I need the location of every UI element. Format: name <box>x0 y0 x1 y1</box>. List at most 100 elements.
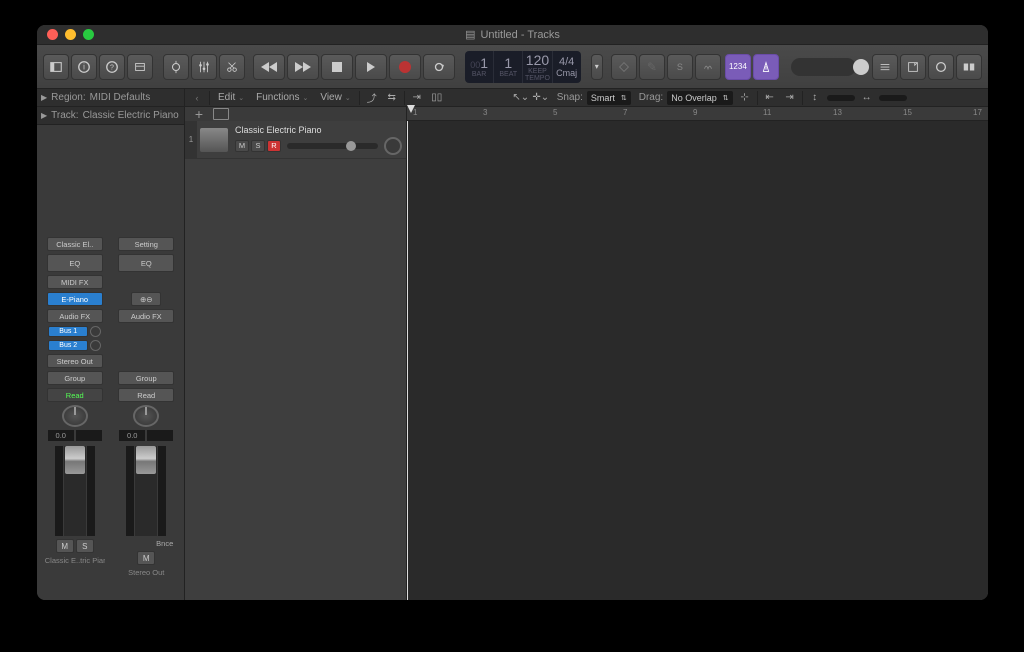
stop-button[interactable] <box>321 54 353 80</box>
hzoom-icon[interactable]: ↔ <box>859 91 875 105</box>
scissors-button[interactable] <box>219 54 245 80</box>
track-name[interactable]: Classic Electric Piano <box>235 125 402 135</box>
mixer-button[interactable] <box>191 54 217 80</box>
strip-group-button[interactable]: Group <box>47 371 103 385</box>
view-menu[interactable]: View⌄ <box>316 91 354 105</box>
channel-strip-1: Classic El.. EQ MIDI FX E-Piano Audio FX… <box>44 237 106 598</box>
pan-knob[interactable] <box>133 405 159 427</box>
close-button[interactable] <box>47 29 58 40</box>
strip-setting-button[interactable]: Classic El.. <box>47 237 103 251</box>
drag-select[interactable]: No Overlap⇅ <box>667 91 732 105</box>
peak-value <box>147 430 173 441</box>
mute-button[interactable]: M <box>137 551 155 565</box>
meter <box>87 446 95 536</box>
lcd-menu-button[interactable]: ▾ <box>591 54 603 80</box>
track-pan-knob[interactable] <box>384 137 402 155</box>
cycle-button[interactable] <box>423 54 455 80</box>
toolbar-toggle-button[interactable] <box>127 54 153 80</box>
notes-button[interactable] <box>900 54 926 80</box>
meter <box>55 446 63 536</box>
catch-icon[interactable]: ⇥ <box>409 91 425 105</box>
rewind-button[interactable] <box>253 54 285 80</box>
tuner-button[interactable] <box>753 54 779 80</box>
functions-menu[interactable]: Functions⌄ <box>252 91 312 105</box>
vzoom-slider[interactable] <box>827 95 855 101</box>
edit-menu[interactable]: Edit⌄ <box>214 91 248 105</box>
solo-button[interactable]: S <box>76 539 94 553</box>
strip-send1-button[interactable]: Bus 1 <box>48 326 88 337</box>
strip-midifx-button[interactable]: MIDI FX <box>47 275 103 289</box>
volume-fader[interactable] <box>64 446 86 536</box>
loops-button[interactable] <box>928 54 954 80</box>
solo-button[interactable]: S <box>667 54 693 80</box>
arrange-area[interactable] <box>407 121 988 600</box>
strip-group-button[interactable]: Group <box>118 371 174 385</box>
track-mute-button[interactable]: M <box>235 140 249 152</box>
strip-eq-button[interactable]: EQ <box>47 254 103 272</box>
autopunch-button[interactable]: ✎ <box>639 54 665 80</box>
hzoom-slider[interactable] <box>879 95 907 101</box>
send-knob-icon[interactable] <box>90 340 101 351</box>
list-editors-button[interactable] <box>872 54 898 80</box>
strip-automation-button[interactable]: Read <box>47 388 103 402</box>
bounce-label[interactable]: Bnce <box>156 539 173 548</box>
track-inspector-header[interactable]: ▶ Track: Classic Electric Piano <box>37 107 184 125</box>
track-number: 1 <box>185 121 197 158</box>
ruler-tick: 13 <box>833 108 842 117</box>
strip-stereo-button[interactable]: ⊕⊖ <box>131 292 161 306</box>
library-button[interactable] <box>43 54 69 80</box>
smart-controls-button[interactable] <box>163 54 189 80</box>
automation-icon[interactable]: ⤴ <box>364 91 380 105</box>
goto-end-icon[interactable]: ⇥ <box>782 91 798 105</box>
strip-audiofx-button[interactable]: Audio FX <box>47 309 103 323</box>
count-in-button[interactable] <box>695 54 721 80</box>
volume-fader[interactable] <box>135 446 157 536</box>
track-volume-slider[interactable] <box>287 143 378 149</box>
master-volume-slider[interactable] <box>791 58 856 76</box>
link-icon[interactable]: ▯▯ <box>429 91 445 105</box>
pan-knob[interactable] <box>62 405 88 427</box>
strip-send2-button[interactable]: Bus 2 <box>48 340 88 351</box>
flex-icon[interactable]: ⇆ <box>384 91 400 105</box>
goto-start-icon[interactable]: ⇤ <box>762 91 778 105</box>
metronome-button[interactable]: 1234 <box>725 54 751 80</box>
help-button[interactable]: ? <box>99 54 125 80</box>
vzoom-icon[interactable]: ↕ <box>807 91 823 105</box>
strip-audiofx-button[interactable]: Audio FX <box>118 309 174 323</box>
track-record-button[interactable]: R <box>267 140 281 152</box>
snap-select[interactable]: Smart⇅ <box>587 91 631 105</box>
strip-setting-button[interactable]: Setting <box>118 237 174 251</box>
forward-button[interactable] <box>287 54 319 80</box>
strip-eq-button[interactable]: EQ <box>118 254 174 272</box>
strip-instrument-button[interactable]: E-Piano <box>47 292 103 306</box>
record-button[interactable] <box>389 54 421 80</box>
strip-output-button[interactable]: Stereo Out <box>47 354 103 368</box>
track-solo-button[interactable]: S <box>251 140 265 152</box>
track-label: Track: <box>51 110 78 121</box>
chevron-left-icon[interactable]: ‹ <box>189 91 205 105</box>
browser-button[interactable] <box>956 54 982 80</box>
ruler[interactable]: 1357911131517 <box>407 107 988 121</box>
play-button[interactable] <box>355 54 387 80</box>
replace-button[interactable] <box>611 54 637 80</box>
track-header-controls: + <box>185 107 407 121</box>
strip-automation-button[interactable]: Read <box>118 388 174 402</box>
inspector-button[interactable]: i <box>71 54 97 80</box>
lcd-display[interactable]: 001BAR 1BEAT 120KEEPTEMPO 4/4Cmaj <box>465 51 581 83</box>
mute-button[interactable]: M <box>56 539 74 553</box>
marquee-tool-icon[interactable]: ✛⌄ <box>533 91 549 105</box>
minimize-button[interactable] <box>65 29 76 40</box>
region-inspector-header[interactable]: ▶ Region: MIDI Defaults <box>37 89 184 107</box>
pointer-tool-icon[interactable]: ↖⌄ <box>513 91 529 105</box>
disclosure-icon: ▶ <box>41 93 47 102</box>
add-track-button[interactable]: + <box>191 107 207 121</box>
track-icon[interactable] <box>197 121 231 158</box>
channel-strip-2: Setting EQ ⊕⊖ Audio FX Group Read 0.0 Bn… <box>115 237 177 598</box>
waveform-zoom-icon[interactable]: ⊹ <box>737 91 753 105</box>
send-knob-icon[interactable] <box>90 326 101 337</box>
track-row[interactable]: 1 Classic Electric Piano M S R <box>185 121 406 159</box>
maximize-button[interactable] <box>83 29 94 40</box>
global-tracks-button[interactable] <box>213 108 229 120</box>
meter <box>126 446 134 536</box>
main-toolbar: i ? 001BAR 1BEAT 120KEEPTEMPO 4/4Cmaj ▾ <box>37 45 988 89</box>
